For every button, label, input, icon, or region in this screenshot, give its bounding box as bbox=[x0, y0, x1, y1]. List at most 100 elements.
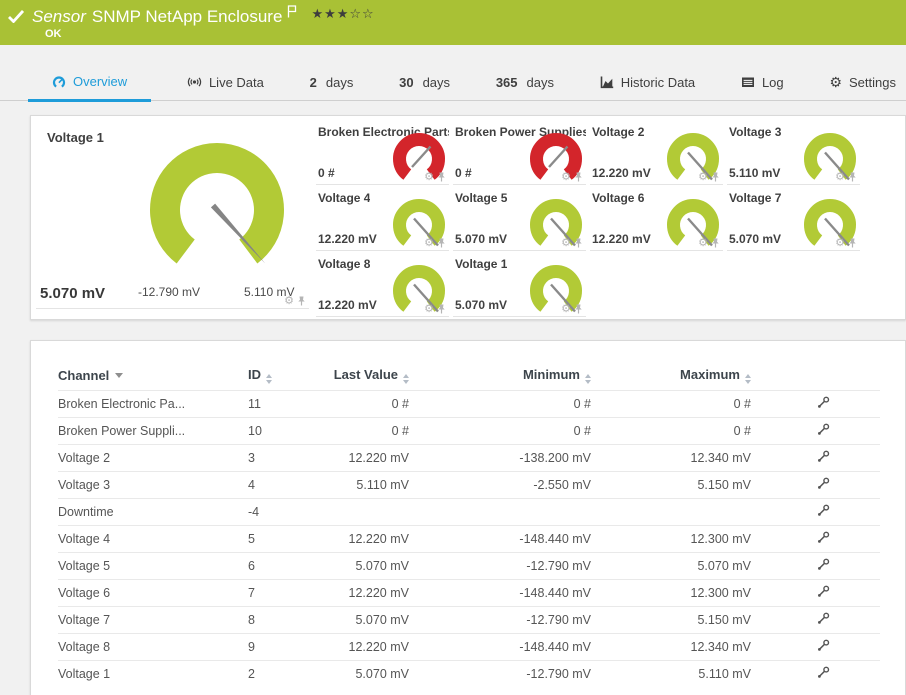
sort-desc-icon bbox=[115, 372, 124, 378]
pin-icon[interactable] bbox=[848, 172, 857, 182]
last-value: 5.070 mV bbox=[329, 659, 409, 687]
tab-settings[interactable]: ⚙ Settings bbox=[819, 64, 906, 100]
edit-channel-wrench-icon[interactable] bbox=[817, 585, 830, 598]
gauge-title: Voltage 1 bbox=[455, 257, 508, 271]
channel-settings-gear-icon[interactable]: ⚙ bbox=[424, 238, 434, 249]
tab-live-data[interactable]: Live Data bbox=[177, 64, 274, 100]
gauge-title: Voltage 6 bbox=[592, 191, 645, 205]
edit-channel-wrench-icon[interactable] bbox=[817, 396, 830, 409]
gauge-title: Voltage 3 bbox=[729, 125, 782, 139]
sort-icon bbox=[266, 373, 272, 384]
gauge-current-value: 12.220 mV bbox=[318, 298, 377, 312]
channel-name: Broken Power Suppli... bbox=[58, 416, 248, 444]
channel-settings-gear-icon[interactable]: ⚙ bbox=[561, 238, 571, 249]
gauge-title: Voltage 2 bbox=[592, 125, 645, 139]
last-value: 0 # bbox=[329, 389, 409, 417]
pin-icon[interactable] bbox=[437, 238, 446, 248]
channel-settings-gear-icon[interactable]: ⚙ bbox=[424, 304, 434, 315]
edit-channel-wrench-icon[interactable] bbox=[817, 504, 830, 517]
column-header-minimum[interactable]: Minimum bbox=[409, 361, 591, 390]
maximum-value: 12.340 mV bbox=[591, 443, 751, 471]
channel-id: -4 bbox=[248, 497, 329, 525]
tab-historic-data[interactable]: Historic Data bbox=[590, 64, 705, 100]
tab-label: Historic Data bbox=[620, 74, 696, 90]
priority-flag-icon[interactable] bbox=[287, 5, 297, 18]
channel-settings-gear-icon[interactable]: ⚙ bbox=[698, 172, 708, 183]
pin-icon[interactable] bbox=[437, 304, 446, 314]
pin-icon[interactable] bbox=[711, 172, 720, 182]
pin-icon[interactable] bbox=[297, 296, 306, 306]
table-row: Voltage 4 5 12.220 mV -148.440 mV 12.300… bbox=[58, 524, 880, 552]
maximum-value: 12.300 mV bbox=[591, 578, 751, 606]
channel-settings-gear-icon[interactable]: ⚙ bbox=[698, 238, 708, 249]
priority-stars[interactable]: ★★★☆☆ bbox=[311, 6, 374, 22]
tab-30-days[interactable]: 30 days bbox=[389, 64, 460, 100]
table-row: Voltage 6 7 12.220 mV -148.440 mV 12.300… bbox=[58, 578, 880, 606]
minimum-value: -12.790 mV bbox=[409, 605, 591, 633]
column-header-channel[interactable]: Channel bbox=[58, 361, 248, 390]
channel-settings-gear-icon[interactable]: ⚙ bbox=[424, 172, 434, 183]
gauge-current-value: 5.070 mV bbox=[455, 232, 508, 246]
edit-channel-wrench-icon[interactable] bbox=[817, 639, 830, 652]
last-value bbox=[329, 497, 409, 525]
gauge-current-value: 12.220 mV bbox=[592, 232, 651, 246]
edit-channel-wrench-icon[interactable] bbox=[817, 450, 830, 463]
pin-icon[interactable] bbox=[848, 238, 857, 248]
sensor-overview-page: Sensor SNMP NetApp Enclosure ★★★☆☆ OK Ov… bbox=[0, 0, 906, 695]
last-value: 5.070 mV bbox=[329, 605, 409, 633]
edit-channel-wrench-icon[interactable] bbox=[817, 612, 830, 625]
channel-settings-gear-icon[interactable]: ⚙ bbox=[835, 172, 845, 183]
minimum-value: -148.440 mV bbox=[409, 632, 591, 660]
minimum-value: -148.440 mV bbox=[409, 524, 591, 552]
gauge-title: Voltage 7 bbox=[729, 191, 782, 205]
gauge-current-value: 0 # bbox=[318, 166, 335, 180]
column-header-last-value[interactable]: Last Value bbox=[329, 361, 409, 390]
channel-settings-gear-icon[interactable]: ⚙ bbox=[561, 304, 571, 315]
maximum-value: 5.150 mV bbox=[591, 470, 751, 498]
edit-channel-wrench-icon[interactable] bbox=[817, 531, 830, 544]
primary-gauge-voltage-1: Voltage 1 5.070 mV -12.790 mV 5.110 mV ⚙ bbox=[36, 122, 309, 309]
tab-day-count: 365 bbox=[495, 74, 518, 90]
column-header-maximum[interactable]: Maximum bbox=[591, 361, 751, 390]
gauge-cell-voltage-6: Voltage 6 12.220 mV ⚙ bbox=[590, 190, 723, 251]
maximum-value: 0 # bbox=[591, 416, 751, 444]
tab-2-days[interactable]: 2 days bbox=[300, 64, 364, 100]
edit-channel-wrench-icon[interactable] bbox=[817, 477, 830, 490]
minimum-value: 0 # bbox=[409, 389, 591, 417]
channel-id: 9 bbox=[248, 632, 329, 660]
channel-settings-gear-icon[interactable]: ⚙ bbox=[284, 296, 294, 307]
sort-icon bbox=[585, 373, 591, 384]
pin-icon[interactable] bbox=[437, 172, 446, 182]
edit-channel-wrench-icon[interactable] bbox=[817, 666, 830, 679]
pin-icon[interactable] bbox=[574, 238, 583, 248]
gauge-cell-voltage-5: Voltage 5 5.070 mV ⚙ bbox=[453, 190, 586, 251]
status-badge: OK bbox=[45, 28, 62, 40]
gauge-cell-broken-power-supplies: Broken Power Supplies 0 # ⚙ bbox=[453, 124, 586, 185]
tab-overview[interactable]: Overview bbox=[28, 64, 152, 102]
pin-icon[interactable] bbox=[574, 172, 583, 182]
tab-log[interactable]: Log bbox=[731, 64, 794, 100]
column-header-id[interactable]: ID bbox=[248, 361, 329, 390]
historic-chart-icon bbox=[600, 76, 613, 89]
channel-settings-gear-icon[interactable]: ⚙ bbox=[835, 238, 845, 249]
maximum-value bbox=[591, 497, 751, 525]
channel-id: 4 bbox=[248, 470, 329, 498]
edit-channel-wrench-icon[interactable] bbox=[817, 423, 830, 436]
tab-365-days[interactable]: 365 days bbox=[486, 64, 564, 100]
gauge-current-value: 0 # bbox=[455, 166, 472, 180]
minimum-value: -138.200 mV bbox=[409, 443, 591, 471]
maximum-value: 5.150 mV bbox=[591, 605, 751, 633]
sensor-title: SNMP NetApp Enclosure bbox=[91, 7, 283, 26]
edit-channel-wrench-icon[interactable] bbox=[817, 558, 830, 571]
column-header-edit bbox=[751, 361, 880, 390]
maximum-value: 12.340 mV bbox=[591, 632, 751, 660]
pin-icon[interactable] bbox=[711, 238, 720, 248]
pin-icon[interactable] bbox=[574, 304, 583, 314]
channel-id: 6 bbox=[248, 551, 329, 579]
channel-id: 5 bbox=[248, 524, 329, 552]
minimum-value: -12.790 mV bbox=[409, 659, 591, 687]
channel-settings-gear-icon[interactable]: ⚙ bbox=[561, 172, 571, 183]
gauge-cell-voltage-3: Voltage 3 5.110 mV ⚙ bbox=[727, 124, 860, 185]
minimum-value: -2.550 mV bbox=[409, 470, 591, 498]
tab-day-count: 2 bbox=[309, 74, 317, 90]
